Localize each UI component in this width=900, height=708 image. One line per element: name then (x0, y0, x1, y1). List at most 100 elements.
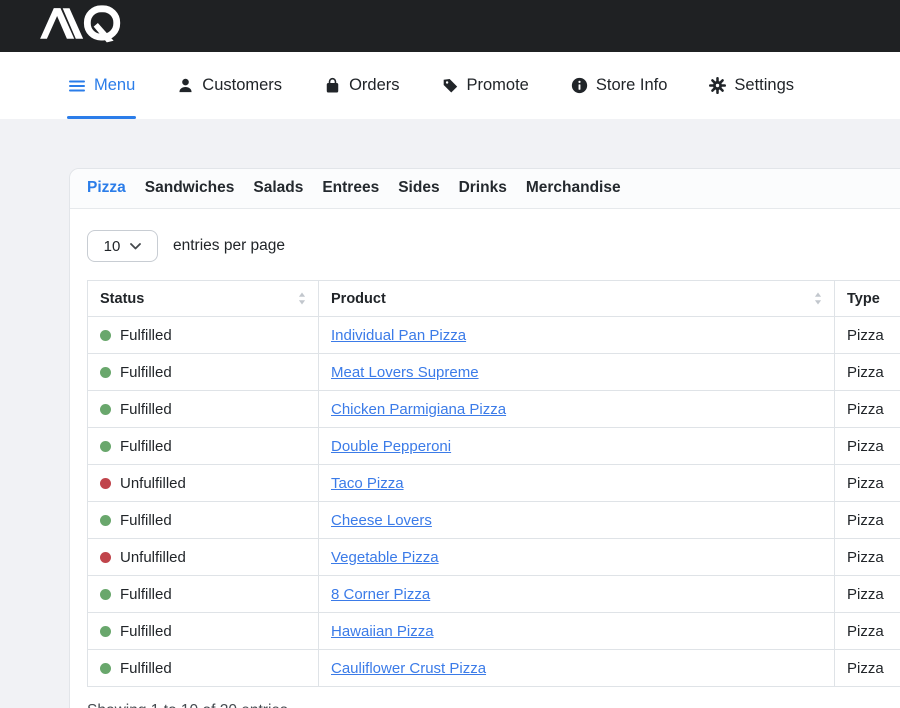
table-row: UnfulfilledTaco PizzaPizza (88, 465, 900, 502)
page-size-row: 10 entries per page (87, 230, 900, 262)
nav-item-label: Promote (467, 76, 529, 95)
table-row: UnfulfilledVegetable PizzaPizza (88, 539, 900, 576)
tab-sides[interactable]: Sides (398, 179, 439, 197)
column-header-product[interactable]: Product (319, 281, 835, 317)
product-link[interactable]: Hawaiian Pizza (331, 623, 434, 640)
table-row: FulfilledHawaiian PizzaPizza (88, 613, 900, 650)
product-cell: Individual Pan Pizza (319, 317, 835, 354)
nav-item-label: Orders (349, 76, 399, 95)
status-label: Unfulfilled (120, 475, 186, 492)
entries-per-page-value: 10 (104, 238, 121, 255)
type-cell: Pizza (835, 576, 900, 613)
nav-item-store-info[interactable]: Store Info (571, 52, 668, 119)
product-cell: Chicken Parmigiana Pizza (319, 391, 835, 428)
table-row: Fulfilled Individual Pan Pizza Pizza (88, 317, 900, 354)
column-header-label: Product (331, 291, 386, 307)
main-content: Pizza Sandwiches Salads Entrees Sides Drinks M… (0, 119, 900, 708)
status-cell: Fulfilled (88, 317, 319, 354)
product-link[interactable]: Cauliflower Crust Pizza (331, 660, 486, 677)
type-cell: Pizza (835, 650, 900, 687)
tab-merchandise[interactable]: Merchandise (526, 179, 621, 197)
type-cell: Pizza (835, 317, 900, 354)
product-cell: Vegetable Pizza (319, 539, 835, 576)
status-label: Fulfilled (120, 327, 172, 344)
nav-item-label: Store Info (596, 76, 668, 95)
product-link[interactable]: Meat Lovers Supreme (331, 364, 479, 381)
status-cell: Unfulfilled (88, 465, 319, 502)
product-link[interactable]: 8 Corner Pizza (331, 586, 430, 603)
menu-icon (68, 77, 86, 95)
tab-pizza[interactable]: Pizza (87, 179, 126, 197)
product-cell: Double Pepperoni (319, 428, 835, 465)
tab-sandwiches[interactable]: Sandwiches (145, 179, 235, 197)
status-dot-icon (100, 441, 111, 452)
product-link[interactable]: Chicken Parmigiana Pizza (331, 401, 506, 418)
entries-per-page-label: entries per page (173, 237, 285, 255)
product-link[interactable]: Taco Pizza (331, 475, 404, 492)
product-link[interactable]: Individual Pan Pizza (331, 327, 466, 344)
table-row: Fulfilled Meat Lovers Supreme Pizza (88, 354, 900, 391)
status-label: Fulfilled (120, 660, 172, 677)
status-label: Fulfilled (120, 401, 172, 418)
tab-drinks[interactable]: Drinks (459, 179, 507, 197)
status-cell: Fulfilled (88, 354, 319, 391)
showing-entries-summary: Showing 1 to 10 of 20 entries (87, 702, 900, 708)
status-label: Fulfilled (120, 512, 172, 529)
nav-item-menu[interactable]: Menu (68, 52, 135, 119)
brand-logo[interactable] (38, 4, 122, 48)
status-dot-icon (100, 367, 111, 378)
column-header-status[interactable]: Status (88, 281, 319, 317)
status-dot-icon (100, 478, 111, 489)
nav-item-customers[interactable]: Customers (177, 52, 282, 119)
person-icon (177, 77, 194, 94)
status-dot-icon (100, 663, 111, 674)
status-cell: Unfulfilled (88, 539, 319, 576)
table-row: Fulfilled 8 Corner Pizza Pizza (88, 576, 900, 613)
tab-salads[interactable]: Salads (253, 179, 303, 197)
type-cell: Pizza (835, 354, 900, 391)
product-link[interactable]: Vegetable Pizza (331, 549, 439, 566)
status-cell: Fulfilled (88, 428, 319, 465)
product-cell: Cauliflower Crust Pizza (319, 650, 835, 687)
type-cell: Pizza (835, 502, 900, 539)
status-label: Fulfilled (120, 586, 172, 603)
menu-card: Pizza Sandwiches Salads Entrees Sides Drinks M… (69, 168, 900, 708)
status-label: Fulfilled (120, 438, 172, 455)
status-label: Fulfilled (120, 364, 172, 381)
table-row: FulfilledDouble PepperoniPizza (88, 428, 900, 465)
bag-icon (324, 77, 341, 94)
primary-nav: Menu Customers Orders Promote Store Info Sett… (0, 52, 900, 119)
nav-item-promote[interactable]: Promote (442, 52, 529, 119)
info-icon (571, 77, 588, 94)
product-link[interactable]: Cheese Lovers (331, 512, 432, 529)
table-row: Fulfilled Cauliflower Crust Pizza Pizza (88, 650, 900, 687)
nav-item-label: Customers (202, 76, 282, 95)
product-cell: Cheese Lovers (319, 502, 835, 539)
product-cell: Taco Pizza (319, 465, 835, 502)
status-dot-icon (100, 404, 111, 415)
nav-item-settings[interactable]: Settings (709, 52, 794, 119)
tag-icon (442, 77, 459, 94)
product-cell: Hawaiian Pizza (319, 613, 835, 650)
status-cell: Fulfilled (88, 613, 319, 650)
nav-item-orders[interactable]: Orders (324, 52, 399, 119)
column-header-type: Type (835, 281, 900, 317)
products-table: Status Product Type Fulfilled Individual Pa… (87, 280, 900, 687)
product-cell: 8 Corner Pizza (319, 576, 835, 613)
chevron-down-icon (130, 243, 141, 250)
entries-per-page-select[interactable]: 10 (87, 230, 158, 262)
status-dot-icon (100, 626, 111, 637)
status-cell: Fulfilled (88, 650, 319, 687)
status-cell: Fulfilled (88, 576, 319, 613)
top-app-bar (0, 0, 900, 52)
nav-item-label: Settings (734, 76, 794, 95)
gear-icon (709, 77, 726, 94)
product-cell: Meat Lovers Supreme (319, 354, 835, 391)
tab-entrees[interactable]: Entrees (322, 179, 379, 197)
nav-item-label: Menu (94, 76, 135, 95)
product-link[interactable]: Double Pepperoni (331, 438, 451, 455)
sort-icon (814, 292, 822, 305)
table-header-row: Status Product Type (88, 281, 900, 317)
category-tabs: Pizza Sandwiches Salads Entrees Sides Drinks M… (70, 169, 900, 209)
status-dot-icon (100, 589, 111, 600)
